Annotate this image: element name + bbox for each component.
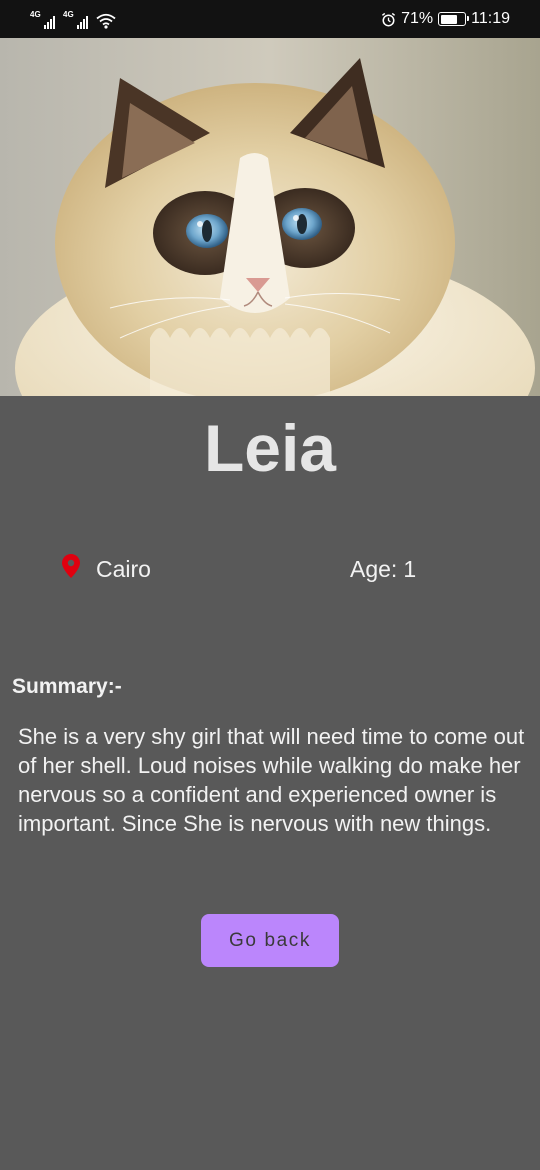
pet-name: Leia xyxy=(203,411,337,485)
location-text: Cairo xyxy=(96,556,151,582)
age-row: Age: 1 xyxy=(350,554,416,584)
wifi-icon xyxy=(96,13,116,29)
location-pin-icon xyxy=(62,554,80,578)
status-right: 71% 11:19 xyxy=(381,9,510,29)
clock: 11:19 xyxy=(471,10,510,27)
alarm-icon xyxy=(382,12,396,26)
age-value: 1 xyxy=(403,556,417,582)
location-row: Cairo xyxy=(62,554,151,584)
age-label: Age: xyxy=(350,556,398,582)
signal-icon: 4G xyxy=(30,11,55,29)
summary-text: She is a very shy girl that will need ti… xyxy=(18,724,525,836)
cat-photo xyxy=(0,38,540,396)
network-type-2: 4G xyxy=(63,10,74,19)
summary-heading: Summary:- xyxy=(12,675,122,698)
battery-level xyxy=(440,14,457,24)
go-back-button[interactable]: Go back xyxy=(201,914,339,967)
pet-detail-screen: 4G 4G 71% 11:19 Leia Cairo Age: 1 Summar… xyxy=(0,0,540,1170)
status-bar: 4G 4G 71% 11:19 xyxy=(0,0,540,38)
signal-icon: 4G xyxy=(63,11,88,29)
network-type-1: 4G xyxy=(30,10,41,19)
status-left: 4G 4G xyxy=(30,9,116,29)
battery-icon xyxy=(438,12,470,26)
battery-percent: 71% xyxy=(401,10,434,27)
